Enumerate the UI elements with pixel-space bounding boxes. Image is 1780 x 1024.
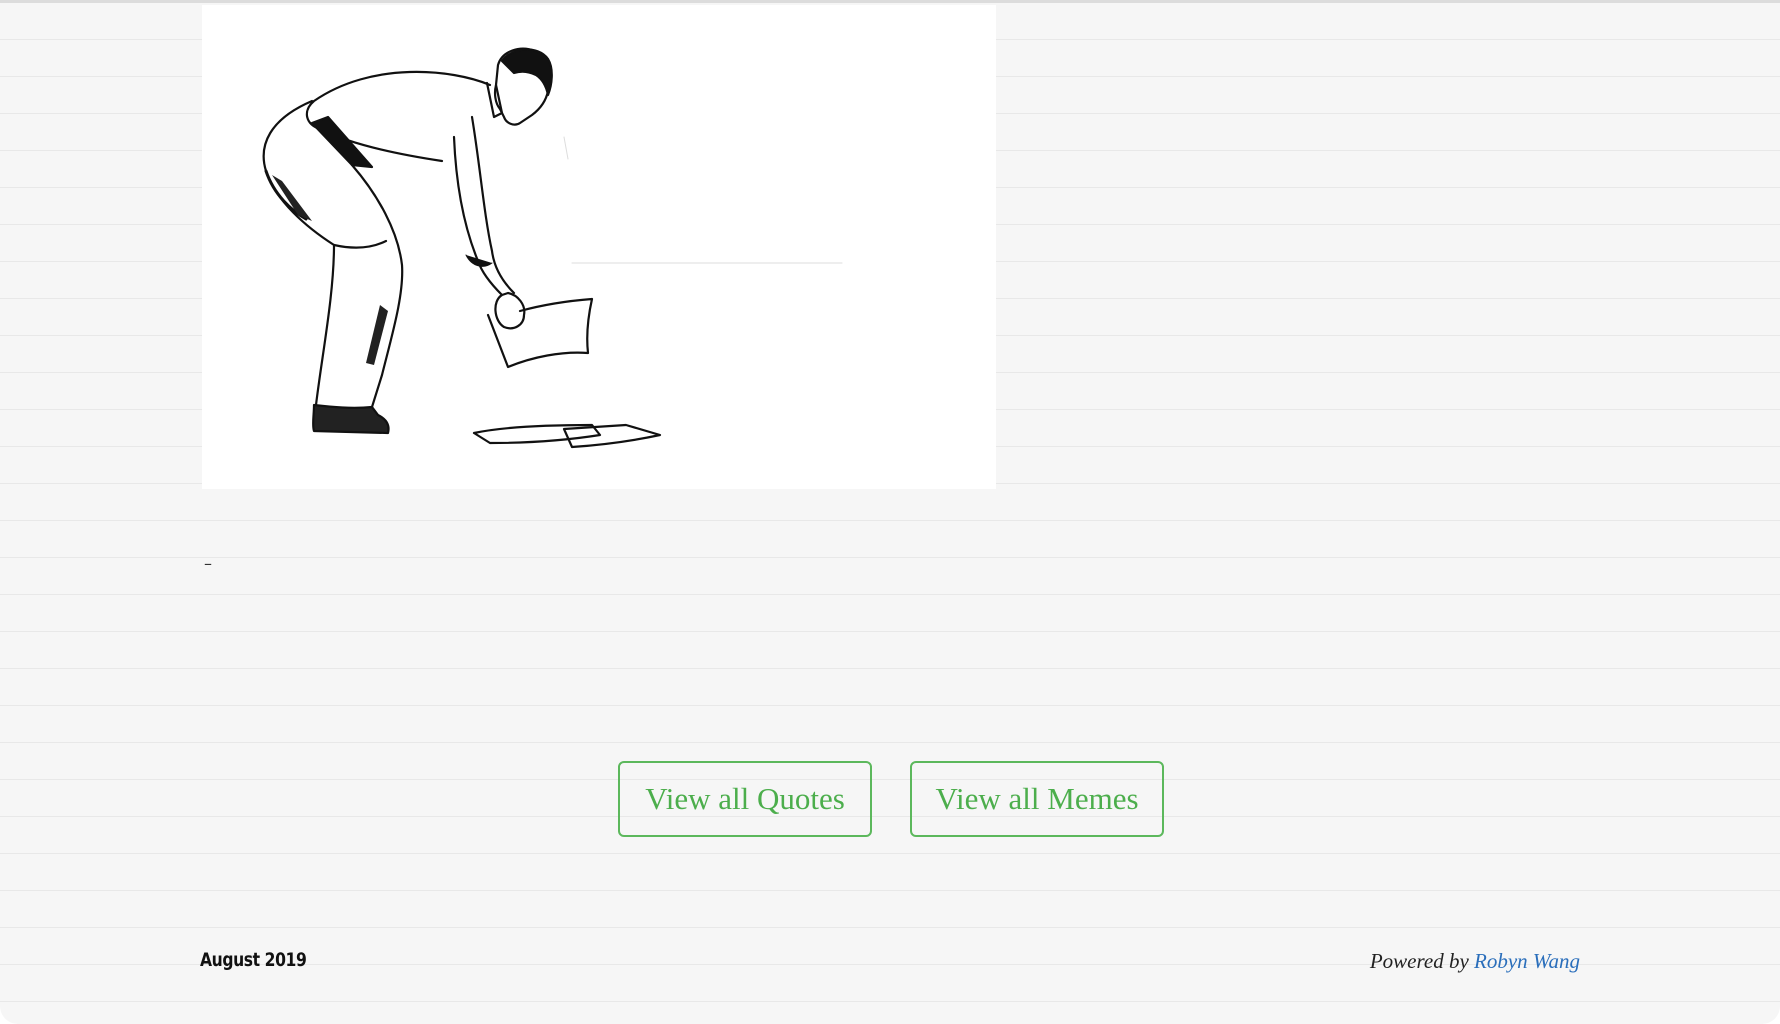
footer-date: August 2019 [200,949,307,971]
view-all-quotes-button[interactable]: View all Quotes [618,761,872,837]
post-separator-text: – [204,554,212,573]
footer-credit: Powered by Robyn Wang [1370,949,1580,974]
view-all-memes-button[interactable]: View all Memes [910,761,1164,837]
author-link[interactable]: Robyn Wang [1474,949,1580,973]
page-window: – View all Quotes View all Memes August … [0,0,1780,1024]
view-all-buttons: View all Quotes View all Memes [0,761,1780,837]
powered-by-label: Powered by [1369,949,1469,973]
post-illustration [202,5,996,489]
